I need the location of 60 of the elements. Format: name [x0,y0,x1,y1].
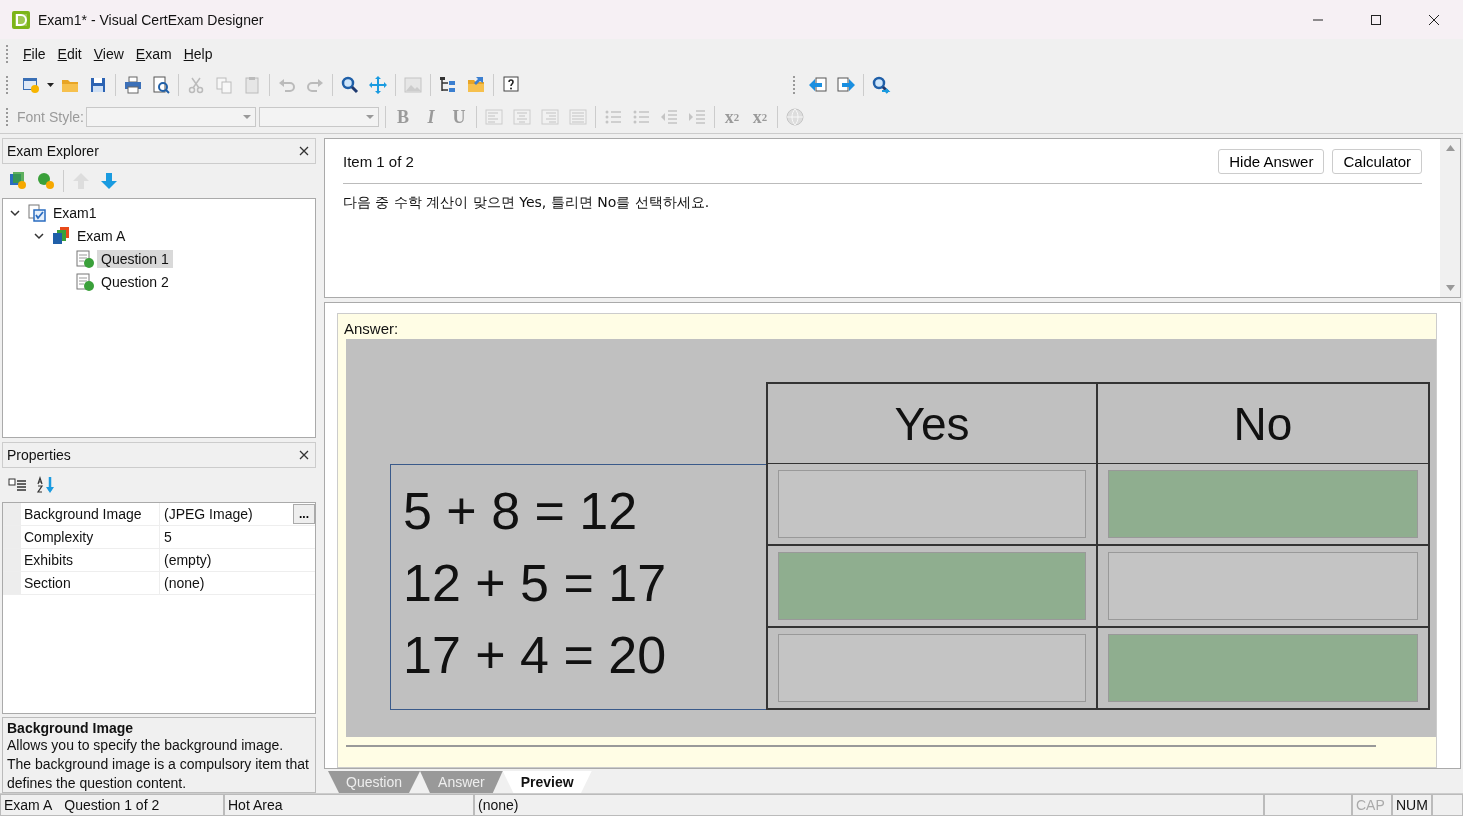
panel-title: Exam Explorer [7,143,99,159]
menu-item[interactable]: Help [177,44,219,64]
scrollbar[interactable] [1440,139,1460,297]
equation: 17 + 4 = 20 [403,625,668,686]
tree-item[interactable]: Exam1 [49,203,101,222]
app-logo-icon [12,10,30,29]
column-header: No [1098,382,1430,464]
property-value[interactable]: (empty) [160,552,315,568]
description-text: Allows you to specify the background image. The background image is a compulsory item that defines the question content. [7,736,310,792]
question-icon [75,271,95,292]
hot-area[interactable] [1108,552,1418,620]
tree-item[interactable]: Question 2 [97,272,173,291]
description-title: Background Image [7,720,135,736]
font-size-dropdown[interactable] [258,107,379,127]
question-icon [75,248,95,269]
menu-item[interactable]: Exam [129,44,178,64]
panel-title: Properties [7,447,71,463]
status-text: (none) [478,797,519,813]
key-indicator: NUM [1392,794,1432,816]
status-text: Exam A [4,797,53,813]
status-text: Question 1 of 2 [64,797,160,813]
equation: 12 + 5 = 17 [403,553,668,614]
property-value[interactable]: (JPEG Image) [160,506,293,522]
caret-icon[interactable] [45,83,56,87]
close-icon[interactable] [299,450,309,460]
property-value[interactable]: (none) [160,575,315,591]
answer-label: Answer: [343,319,400,339]
item-counter: Item 1 of 2 [343,153,414,170]
font-style-label: Font Style: [17,109,84,125]
tree-item[interactable]: Question 1 [97,249,173,268]
exam-icon [27,202,47,223]
window-title: Exam1* - Visual CertExam Designer [38,11,264,28]
close-icon[interactable] [299,146,309,156]
tab[interactable]: Preview [502,771,592,793]
question-text: 다음 중 수학 계산이 맞으면 Yes, 틀리면 No를 선택하세요. [343,193,711,212]
status-text: Hot Area [228,797,283,813]
menu-item[interactable]: View [87,44,130,64]
property-name: Section [21,572,160,594]
maximize-icon[interactable] [1370,13,1382,26]
column-header: Yes [766,382,1098,464]
action-button[interactable]: Hide Answer [1218,149,1325,174]
close-icon[interactable] [1428,13,1440,26]
hot-area[interactable] [778,634,1086,702]
equation: 5 + 8 = 12 [403,481,639,542]
action-button[interactable]: Calculator [1332,149,1422,174]
browse-button[interactable]: ... [293,504,315,524]
section-icon [51,225,71,246]
menu-item[interactable]: Edit [51,44,88,64]
property-value[interactable]: 5 [160,529,315,545]
hot-area[interactable] [778,470,1086,538]
scroll-down-icon[interactable] [1445,285,1455,291]
font-style-dropdown[interactable] [85,107,256,127]
menu-item[interactable]: File [17,44,52,64]
key-indicator: CAP [1352,794,1392,816]
status-pane [1432,794,1463,816]
scroll-up-icon[interactable] [1445,145,1455,151]
property-name: Exhibits [21,549,160,571]
property-name: Background Image [21,503,160,525]
property-name: Complexity [21,526,160,548]
tree-item[interactable]: Exam A [73,226,130,245]
